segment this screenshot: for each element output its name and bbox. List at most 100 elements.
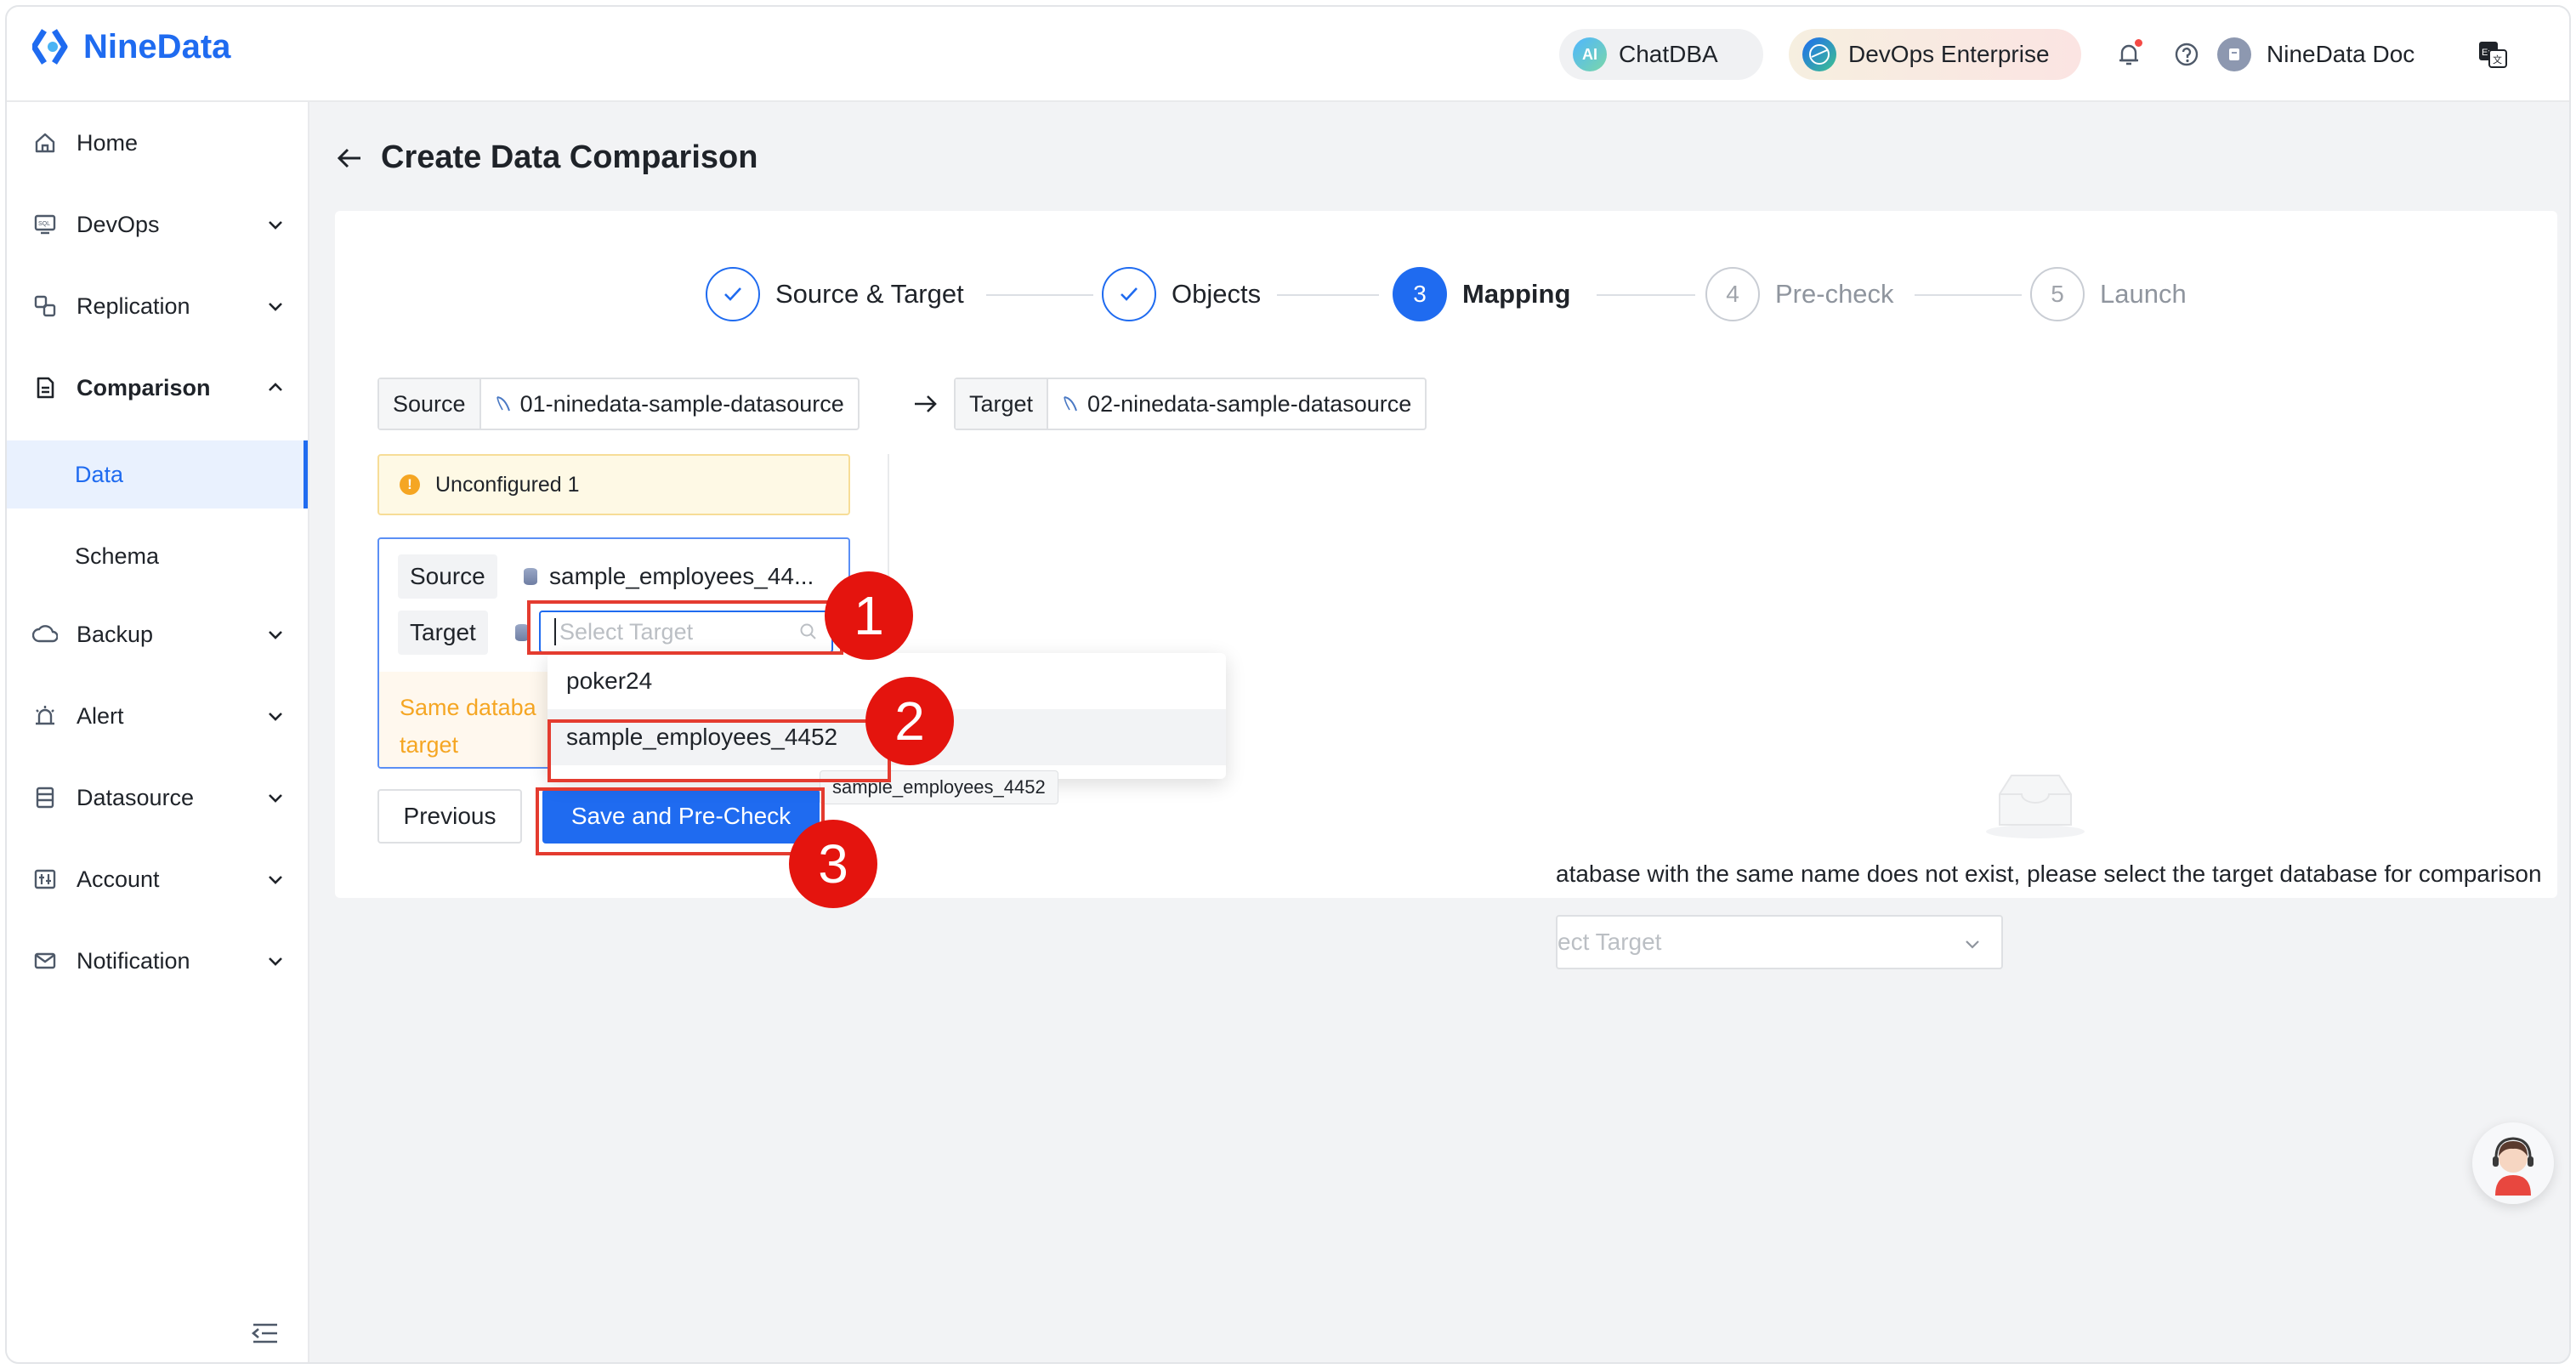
sidebar-item-backup[interactable]: Backup: [7, 594, 308, 675]
sidebar-item-datasource[interactable]: Datasource: [7, 757, 308, 838]
user-name: NineData Doc: [2267, 41, 2415, 67]
annotation-box-1: [527, 600, 843, 655]
chatdba-button[interactable]: AI ChatDBA: [1559, 29, 1763, 80]
replication-icon: [31, 292, 60, 321]
datasource-icon: [31, 783, 60, 812]
step-objects: Objects: [1102, 267, 1261, 321]
step-label: Pre-check: [1775, 279, 1894, 309]
back-arrow-icon[interactable]: [335, 144, 364, 173]
svg-text:SQL: SQL: [38, 221, 50, 227]
logo-text: NineData: [83, 27, 231, 65]
page-title: Create Data Comparison: [381, 139, 758, 175]
step-label: Mapping: [1462, 279, 1571, 309]
annotation-badge-2: 2: [865, 677, 954, 765]
step-label: Source & Target: [775, 279, 964, 309]
source-label: Source: [379, 379, 481, 429]
chatdba-label: ChatDBA: [1619, 41, 1718, 67]
user-avatar: [2217, 37, 2251, 71]
step-connector: [986, 294, 1093, 296]
sidebar-item-alert[interactable]: Alert: [7, 675, 308, 757]
right-target-select[interactable]: ect Target: [1556, 915, 2003, 969]
support-agent-icon: [2493, 1137, 2533, 1196]
source-value: 01-ninedata-sample-datasource: [481, 379, 858, 429]
comparison-icon: [31, 373, 60, 402]
sidebar-item-devops[interactable]: SQL DevOps: [7, 184, 308, 265]
sidebar-item-label: Notification: [77, 947, 190, 974]
sidebar-item-label: Home: [77, 129, 139, 156]
user-menu[interactable]: NineData Doc: [2217, 37, 2414, 71]
annotation-badge-1: 1: [825, 571, 913, 660]
step-connector: [1277, 294, 1379, 296]
help-icon[interactable]: [2171, 39, 2202, 70]
step-label: Objects: [1172, 279, 1262, 309]
chevron-down-icon: [269, 713, 282, 721]
step-pre-check: 4 Pre-check: [1705, 267, 1894, 321]
unconfigured-warning[interactable]: ! Unconfigured 1: [377, 454, 850, 515]
annotation-box-3: [536, 787, 825, 855]
chevron-up-icon: [269, 383, 282, 391]
step-number: 4: [1705, 267, 1760, 321]
right-select-placeholder: ect Target: [1558, 929, 1662, 955]
step-mapping: 3 Mapping: [1393, 267, 1570, 321]
target-datasource-tag: Target 02-ninedata-sample-datasource: [954, 378, 1427, 430]
alert-icon: [31, 702, 60, 730]
step-number: 5: [2030, 267, 2085, 321]
collapse-sidebar-icon[interactable]: [250, 1318, 281, 1349]
annotation-box-2: [548, 719, 891, 782]
target-datasource-name: 02-ninedata-sample-datasource: [1087, 390, 1412, 417]
globe-icon: [1802, 37, 1836, 71]
app-window: NineData AI ChatDBA DevOps Enterprise Ni…: [5, 5, 2571, 1364]
sidebar-item-label: Datasource: [77, 784, 195, 810]
sidebar-subitem-label: Data: [75, 461, 124, 487]
sidebar-item-account[interactable]: Account: [7, 838, 308, 920]
sidebar-item-label: Alert: [77, 702, 124, 729]
step-connector: [1915, 294, 2022, 296]
source-datasource-name: 01-ninedata-sample-datasource: [519, 390, 844, 417]
mapping-source-label: Source: [398, 554, 497, 599]
sidebar-item-label: Replication: [77, 293, 190, 319]
chevron-down-icon: [269, 794, 282, 803]
previous-button[interactable]: Previous: [377, 789, 522, 844]
chevron-down-icon: [1966, 940, 1979, 949]
unread-dot: [2135, 39, 2142, 47]
source-datasource-tag: Source 01-ninedata-sample-datasource: [377, 378, 860, 430]
step-label: Launch: [2100, 279, 2187, 309]
step-launch: 5 Launch: [2030, 267, 2187, 321]
chevron-down-icon: [269, 957, 282, 966]
database-icon: [524, 568, 537, 585]
home-icon: [31, 128, 60, 157]
check-icon: [1102, 267, 1156, 321]
sidebar-item-label: Account: [77, 866, 160, 892]
target-value: 02-ninedata-sample-datasource: [1048, 379, 1425, 429]
sidebar: Home SQL DevOps Replication Comparison D…: [7, 102, 309, 1362]
ninedata-logo-icon: [32, 29, 68, 65]
annotation-badge-3: 3: [789, 820, 877, 908]
language-switch-icon[interactable]: En 文: [2477, 39, 2508, 70]
notification-bell-icon[interactable]: [2114, 39, 2144, 70]
sidebar-item-schema[interactable]: Schema: [7, 522, 308, 590]
mail-icon: [31, 946, 60, 975]
sidebar-item-home[interactable]: Home: [7, 102, 308, 184]
source-db-name: sample_employees_44...: [549, 563, 814, 589]
chevron-down-icon: [269, 221, 282, 230]
target-label: Target: [956, 379, 1049, 429]
top-header: NineData AI ChatDBA DevOps Enterprise Ni…: [7, 7, 2569, 102]
ninedata-logo[interactable]: NineData: [32, 27, 230, 66]
devops-enterprise-button[interactable]: DevOps Enterprise: [1789, 29, 2081, 80]
sidebar-item-replication[interactable]: Replication: [7, 265, 308, 347]
step-number: 3: [1393, 267, 1447, 321]
ai-icon: AI: [1573, 37, 1607, 71]
check-icon: [706, 267, 760, 321]
chevron-down-icon: [269, 876, 282, 884]
account-icon: [31, 865, 60, 894]
sidebar-item-data[interactable]: Data: [7, 440, 308, 508]
sidebar-item-label: DevOps: [77, 211, 160, 237]
sidebar-item-notification[interactable]: Notification: [7, 920, 308, 1002]
support-assistant-button[interactable]: [2472, 1122, 2554, 1204]
chevron-down-icon: [269, 303, 282, 311]
empty-inbox-icon: [1986, 775, 2085, 838]
backup-icon: [31, 620, 60, 649]
sql-icon: SQL: [31, 210, 60, 239]
step-connector: [1597, 294, 1695, 296]
sidebar-item-comparison[interactable]: Comparison: [7, 347, 308, 429]
